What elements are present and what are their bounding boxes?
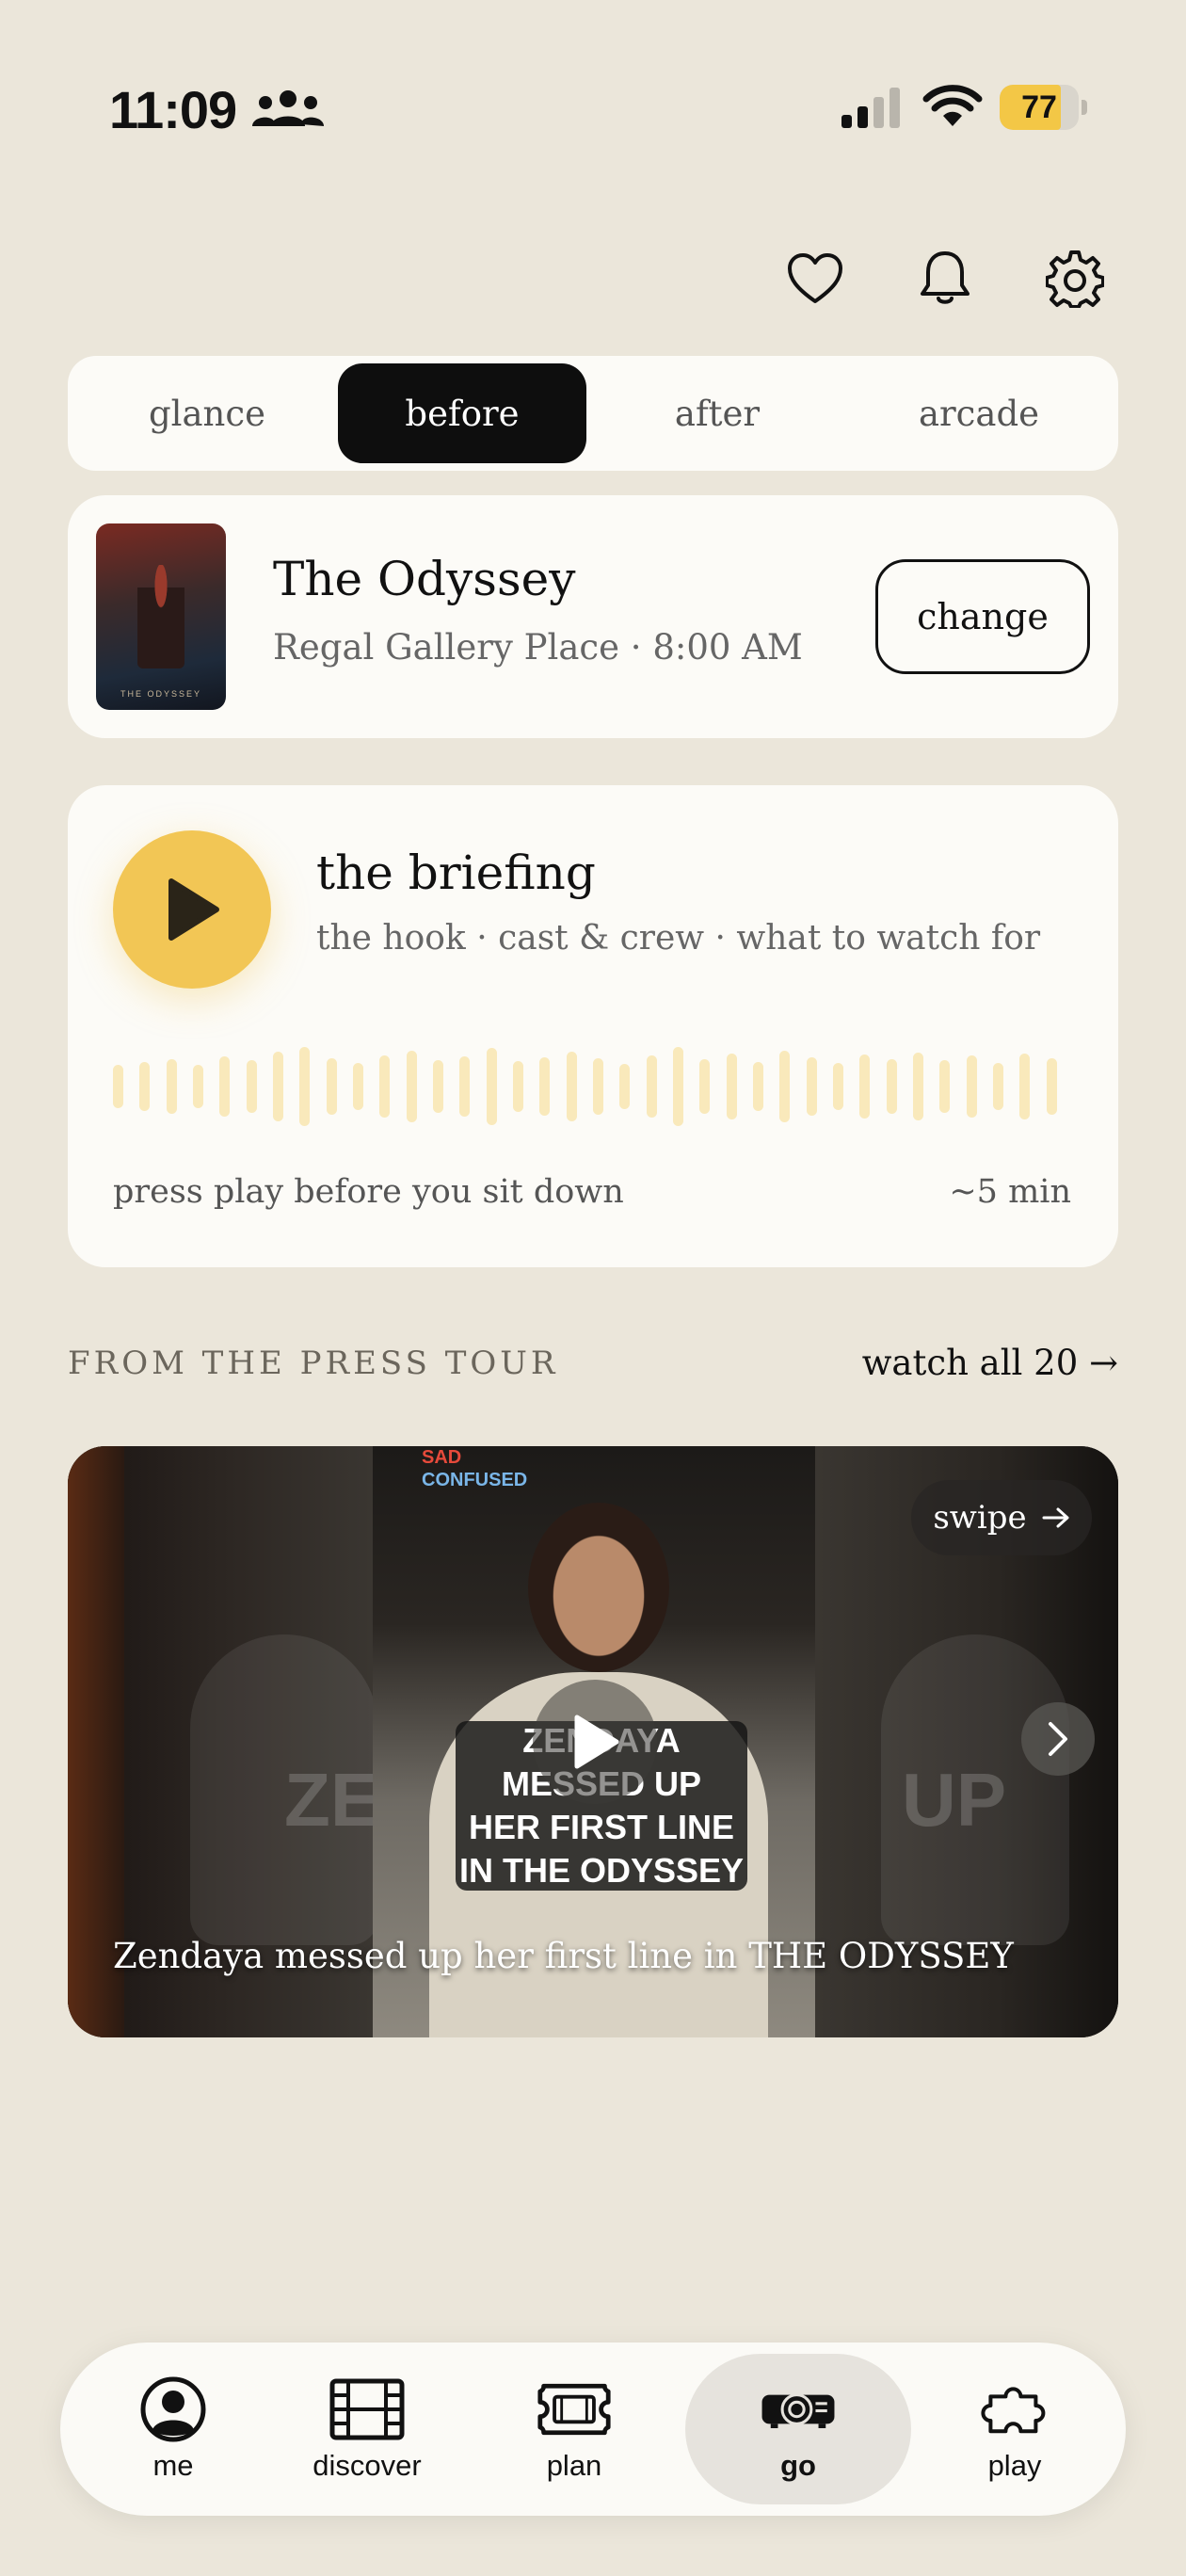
nav-item-plan[interactable]: plan bbox=[480, 2354, 668, 2504]
ghost-text-right: UP bbox=[902, 1758, 1007, 1842]
tab-before[interactable]: before bbox=[338, 363, 586, 463]
play-icon bbox=[574, 1715, 619, 1769]
waveform-bar bbox=[779, 1051, 791, 1122]
movie-card: THE ODYSSEY The Odyssey Regal Gallery Pl… bbox=[68, 495, 1118, 738]
waveform-bar bbox=[273, 1052, 283, 1121]
waveform-bar bbox=[886, 1059, 897, 1114]
play-icon bbox=[168, 878, 219, 941]
people-icon bbox=[250, 89, 326, 134]
arrow-right-icon bbox=[1042, 1507, 1069, 1528]
tab-arcade[interactable]: arcade bbox=[855, 363, 1103, 463]
video-play-button[interactable] bbox=[533, 1680, 657, 1804]
nav-label: me bbox=[152, 2449, 194, 2482]
section-label: FROM THE PRESS TOUR bbox=[68, 1344, 559, 1382]
waveform-bar bbox=[219, 1056, 231, 1117]
briefing-card: the briefing the hook · cast & crew · wh… bbox=[68, 785, 1118, 1267]
briefing-hint: press play before you sit down bbox=[113, 1173, 624, 1211]
waveform-bar bbox=[593, 1058, 603, 1115]
waveform-bar bbox=[486, 1048, 497, 1125]
waveform-bar bbox=[1019, 1054, 1031, 1119]
waveform-bar bbox=[859, 1055, 871, 1119]
waveform-bar bbox=[993, 1063, 1003, 1110]
waveform-bar bbox=[513, 1061, 523, 1112]
tab-glance[interactable]: glance bbox=[83, 363, 331, 463]
waveform-bar bbox=[406, 1051, 417, 1122]
briefing-duration: ~5 min bbox=[949, 1173, 1071, 1211]
person-circle-icon bbox=[136, 2375, 211, 2443]
waveform-bar bbox=[353, 1063, 363, 1110]
nav-label: discover bbox=[313, 2449, 422, 2482]
waveform-bar bbox=[113, 1065, 123, 1108]
movie-showtime: Regal Gallery Place · 8:00 AM bbox=[273, 627, 803, 668]
tab-after[interactable]: after bbox=[593, 363, 841, 463]
video-caption: Zendaya messed up her first line in THE … bbox=[113, 1936, 1014, 1976]
waveform-bar bbox=[646, 1055, 657, 1118]
nav-item-play[interactable]: play bbox=[921, 2354, 1109, 2504]
waveform-bar bbox=[806, 1057, 817, 1116]
waveform-bar bbox=[833, 1063, 843, 1110]
waveform-bar bbox=[939, 1060, 951, 1113]
tab-bar: glance before after arcade bbox=[68, 356, 1118, 471]
waveform-bar bbox=[1046, 1058, 1057, 1115]
tag-top: SAD bbox=[422, 1447, 462, 1468]
ticket-icon bbox=[537, 2375, 612, 2443]
waveform-bar bbox=[699, 1059, 711, 1114]
change-button[interactable]: change bbox=[875, 559, 1090, 674]
cellular-signal-icon bbox=[840, 87, 906, 132]
projector-icon bbox=[761, 2375, 836, 2443]
waveform-bar bbox=[966, 1055, 977, 1118]
video-tag: SAD CONFUSED bbox=[422, 1446, 527, 1491]
briefing-play-button[interactable] bbox=[113, 830, 271, 989]
briefing-title: the briefing bbox=[316, 845, 596, 900]
status-bar: 11:09 77 bbox=[0, 0, 1186, 217]
waveform-bar bbox=[566, 1052, 577, 1121]
waveform-bar bbox=[326, 1058, 337, 1115]
nav-label: play bbox=[987, 2449, 1042, 2482]
nav-item-discover[interactable]: discover bbox=[273, 2354, 461, 2504]
nav-item-me[interactable]: me bbox=[79, 2354, 267, 2504]
overlay-line: IN THE ODYSSEY bbox=[458, 1851, 745, 1890]
swipe-hint: swipe bbox=[911, 1480, 1092, 1555]
wifi-icon bbox=[922, 83, 983, 134]
bell-icon[interactable] bbox=[909, 243, 981, 314]
waveform-bar bbox=[459, 1056, 471, 1117]
next-video-button[interactable] bbox=[1021, 1702, 1095, 1776]
waveform-bar bbox=[539, 1057, 551, 1116]
bottom-nav: me discover plan go play bbox=[60, 2343, 1126, 2516]
gear-icon[interactable] bbox=[1039, 243, 1111, 314]
waveform-bar bbox=[299, 1047, 311, 1126]
chevron-right-icon bbox=[1049, 1722, 1067, 1756]
movie-title: The Odyssey bbox=[273, 552, 576, 606]
overlay-line: HER FIRST LINE bbox=[468, 1808, 734, 1846]
waveform-bar bbox=[726, 1054, 737, 1119]
watch-all-link[interactable]: watch all 20 → bbox=[862, 1343, 1118, 1383]
nav-label: plan bbox=[546, 2449, 602, 2482]
audio-waveform bbox=[113, 1041, 1073, 1132]
video-card[interactable]: ZE UP SAD CONFUSED ZENDAYA MESSED UP HER… bbox=[68, 1446, 1118, 2037]
film-strip-icon bbox=[329, 2375, 405, 2443]
nav-item-go[interactable]: go bbox=[685, 2354, 911, 2504]
waveform-bar bbox=[753, 1062, 763, 1111]
briefing-subtitle: the hook · cast & crew · what to watch f… bbox=[316, 919, 1041, 958]
waveform-bar bbox=[139, 1062, 151, 1111]
waveform-bar bbox=[433, 1060, 443, 1113]
heart-icon[interactable] bbox=[779, 243, 851, 314]
swipe-label: swipe bbox=[933, 1499, 1027, 1537]
battery-level: 77 bbox=[1021, 89, 1057, 125]
battery-icon: 77 bbox=[1000, 85, 1087, 130]
waveform-bar bbox=[166, 1059, 177, 1114]
waveform-bar bbox=[379, 1055, 391, 1118]
waveform-bar bbox=[193, 1065, 203, 1108]
poster-title: THE ODYSSEY bbox=[120, 689, 201, 699]
tag-bottom: CONFUSED bbox=[422, 1470, 528, 1490]
waveform-bar bbox=[913, 1053, 923, 1120]
waveform-bar bbox=[619, 1064, 631, 1109]
waveform-bar bbox=[246, 1060, 257, 1113]
nav-label: go bbox=[780, 2449, 816, 2482]
ghost-text-left: ZE bbox=[284, 1758, 381, 1842]
status-time: 11:09 bbox=[109, 80, 237, 139]
waveform-bar bbox=[673, 1047, 683, 1126]
movie-poster: THE ODYSSEY bbox=[96, 523, 226, 710]
puzzle-icon bbox=[977, 2375, 1052, 2443]
